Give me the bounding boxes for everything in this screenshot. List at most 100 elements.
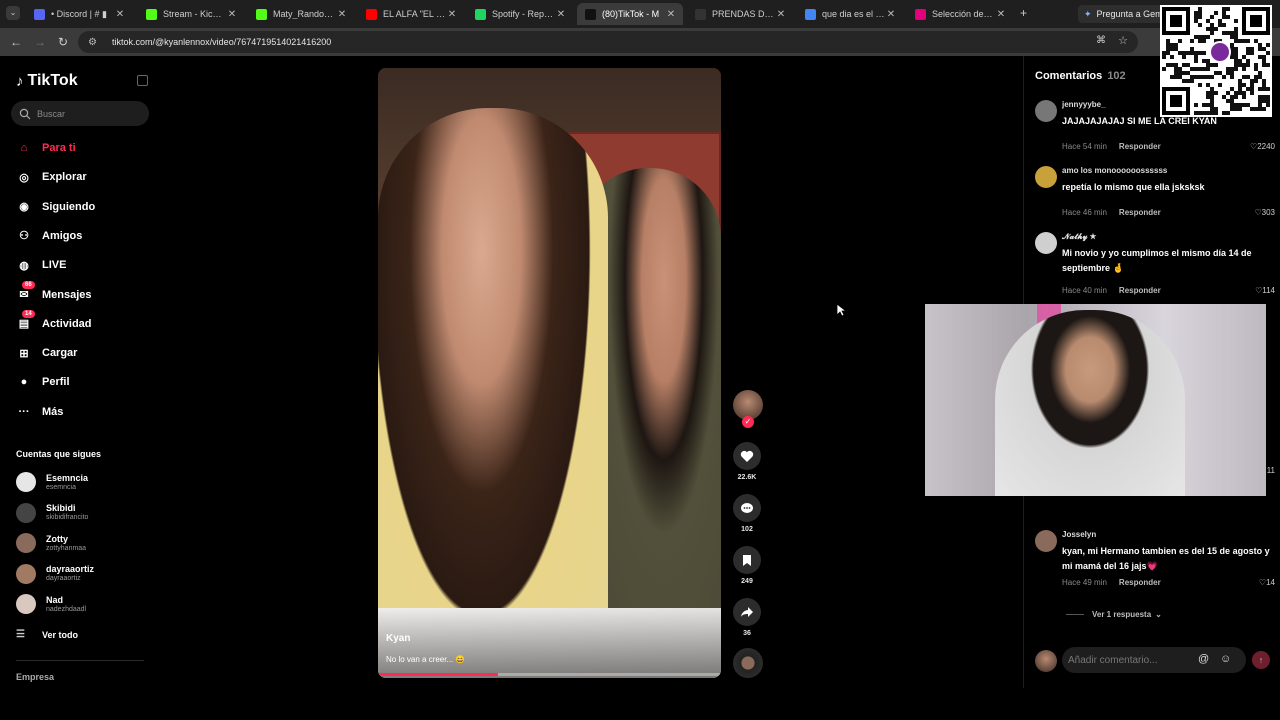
- forward-icon[interactable]: →: [32, 34, 48, 50]
- comments-title: Comentarios 102: [1035, 70, 1126, 82]
- sidebar-item-siguiendo[interactable]: ◉ Siguiendo: [16, 197, 95, 217]
- heart-icon: [740, 450, 754, 462]
- tab-close-icon[interactable]: ✕: [555, 9, 567, 20]
- reload-icon[interactable]: ↻: [55, 34, 71, 50]
- sidebar-item-amigos[interactable]: ⚇ Amigos: [16, 226, 82, 246]
- see-all-button[interactable]: ☰ Ver todo: [16, 629, 78, 640]
- gemini-button[interactable]: ✦ Pregunta a Gemi: [1078, 5, 1171, 23]
- reply-button[interactable]: Responder: [1119, 208, 1161, 217]
- comments-title-label: Comentarios: [1035, 70, 1103, 82]
- send-comment-button[interactable]: ↑: [1252, 651, 1270, 669]
- sidebar-item-mensajes[interactable]: ✉ 66 Mensajes: [16, 280, 92, 305]
- comment-meta: Hace 46 min Responder: [1062, 208, 1161, 217]
- mouse-cursor-icon: [836, 303, 846, 317]
- comment-item: Josselyn kyan, mi Hermano tambien es del …: [1035, 530, 1275, 590]
- followed-account[interactable]: Zotty zottyhanmaa: [16, 533, 86, 553]
- video-author[interactable]: Kyan: [386, 633, 410, 644]
- reply-button[interactable]: Responder: [1119, 578, 1161, 587]
- search-input[interactable]: Buscar: [11, 101, 149, 126]
- save-button[interactable]: [733, 546, 761, 574]
- sidebar-divider: [16, 660, 144, 661]
- browser-tab[interactable]: Selección de asie✕: [907, 3, 1013, 25]
- followed-account[interactable]: Skibidi skibidifrancito: [16, 502, 88, 523]
- tab-close-icon[interactable]: ✕: [775, 9, 787, 20]
- sidebar-item-para-ti[interactable]: ⌂ Para ti: [16, 138, 76, 158]
- comment-likes[interactable]: ♡114: [1255, 286, 1275, 295]
- reply-button[interactable]: Responder: [1119, 142, 1161, 151]
- sidebar-item-live[interactable]: ◍ LIVE: [16, 255, 66, 275]
- comments-count: 102: [1107, 70, 1126, 82]
- site-info-icon[interactable]: ⚙: [88, 37, 100, 48]
- sidebar-item-actividad[interactable]: ▤ 14 Actividad: [16, 309, 92, 334]
- avatar[interactable]: [1035, 232, 1057, 254]
- browser-tab[interactable]: • Discord | # ▮ ✕: [26, 3, 132, 25]
- browser-tab[interactable]: (80)TikTok - M ✕: [577, 3, 683, 25]
- my-avatar: [1035, 650, 1057, 672]
- comment-likes[interactable]: ♡2240: [1250, 142, 1275, 151]
- video-player[interactable]: Kyan No lo van a creer... 😄: [378, 68, 721, 678]
- tab-close-icon[interactable]: ✕: [226, 9, 238, 20]
- comment-meta: Hace 49 min Responder: [1062, 578, 1161, 587]
- company-link[interactable]: Empresa: [16, 672, 54, 682]
- browser-tab[interactable]: que dia es el con ✕: [797, 3, 903, 25]
- sidebar-item-label: Cargar: [42, 347, 78, 360]
- browser-tab[interactable]: Maty_Random St ✕: [248, 3, 354, 25]
- comment-username[interactable]: 𝓝𝓪𝓽𝓱𝔂 ★: [1062, 232, 1096, 242]
- browser-tab-strip: ⌄ • Discord | # ▮ ✕ Stream - Kick Da ✕ Maty_…: [0, 0, 1280, 28]
- browser-tab[interactable]: PRENDAS DE CAB✕: [687, 3, 793, 25]
- comment-username[interactable]: Josselyn: [1062, 530, 1096, 539]
- tab-title: Selección de asie: [932, 9, 995, 19]
- reply-button[interactable]: Responder: [1119, 286, 1161, 295]
- avatar[interactable]: [1035, 166, 1057, 188]
- sidebar-item-explorar[interactable]: ◎ Explorar: [16, 167, 86, 187]
- tab-close-icon[interactable]: ✕: [665, 9, 677, 20]
- tab-close-icon[interactable]: ✕: [446, 9, 458, 20]
- back-icon[interactable]: ←: [8, 34, 24, 50]
- sidebar-item-perfil[interactable]: ● Perfil: [16, 372, 70, 392]
- add-comment-input[interactable]: Añadir comentario... @ ☺: [1062, 647, 1246, 673]
- video-bottom-gradient: [378, 608, 721, 678]
- sidebar-item-cargar[interactable]: ⊞ Cargar: [16, 343, 77, 363]
- browser-tab[interactable]: Spotify - Reprodu✕: [467, 3, 573, 25]
- tiktok-logo-icon: ♪: [16, 72, 24, 90]
- comment-like-count: 114: [1262, 286, 1275, 295]
- follow-check-icon[interactable]: ✓: [742, 416, 754, 428]
- collapse-sidebar-icon[interactable]: [137, 75, 148, 86]
- like-button[interactable]: [733, 442, 761, 470]
- view-replies-button[interactable]: Ver 1 respuesta ⌄: [1066, 610, 1162, 619]
- followed-account[interactable]: Esemncia esemncia: [16, 472, 88, 492]
- comment-username[interactable]: jennyyybe_: [1062, 100, 1106, 109]
- comment-username[interactable]: amo los monoooooossssss: [1062, 166, 1167, 175]
- followed-account[interactable]: dayraaortiz dayraaortiz: [16, 563, 94, 584]
- comment-bubble-icon: [741, 502, 753, 513]
- tab-close-icon[interactable]: ✕: [114, 9, 126, 20]
- share-button[interactable]: [733, 598, 761, 626]
- tab-search-dropdown-icon[interactable]: ⌄: [6, 6, 20, 20]
- browser-tab[interactable]: Stream - Kick Da ✕: [138, 3, 244, 25]
- comment-likes[interactable]: ♡14: [1259, 578, 1275, 587]
- bookmark-star-icon[interactable]: ☆: [1118, 34, 1128, 47]
- avatar: [16, 563, 36, 584]
- upload-icon: ⊞: [19, 347, 29, 360]
- followed-account[interactable]: Nad nadezhdaadl: [16, 594, 86, 614]
- sidebar-item-más[interactable]: ··· Más: [16, 402, 64, 422]
- comment-like-count: 11: [1266, 466, 1275, 475]
- comment-like-count: 2240: [1257, 142, 1275, 151]
- avatar[interactable]: [1035, 530, 1057, 552]
- tab-close-icon[interactable]: ✕: [885, 9, 897, 20]
- tab-close-icon[interactable]: ✕: [995, 9, 1007, 20]
- sidebar-item-label: LIVE: [42, 259, 67, 272]
- music-disc-icon[interactable]: [733, 648, 763, 678]
- account-handle: dayraaortiz: [46, 575, 81, 582]
- comment-button[interactable]: [733, 494, 761, 522]
- mention-icon[interactable]: @: [1198, 653, 1209, 665]
- new-tab-button[interactable]: +: [1020, 6, 1027, 20]
- tiktok-logo[interactable]: ♪ TikTok: [16, 72, 78, 90]
- browser-tab[interactable]: EL ALFA "EL CAPO✕: [358, 3, 464, 25]
- address-bar[interactable]: ⚙ tiktok.com/@kyanlennox/video/767471951…: [78, 31, 1138, 53]
- comment-likes[interactable]: ♡303: [1254, 208, 1275, 217]
- emoji-icon[interactable]: ☺: [1220, 653, 1231, 665]
- tab-close-icon[interactable]: ✕: [336, 9, 348, 20]
- translate-icon[interactable]: ⌘: [1096, 35, 1106, 46]
- avatar[interactable]: [1035, 100, 1057, 122]
